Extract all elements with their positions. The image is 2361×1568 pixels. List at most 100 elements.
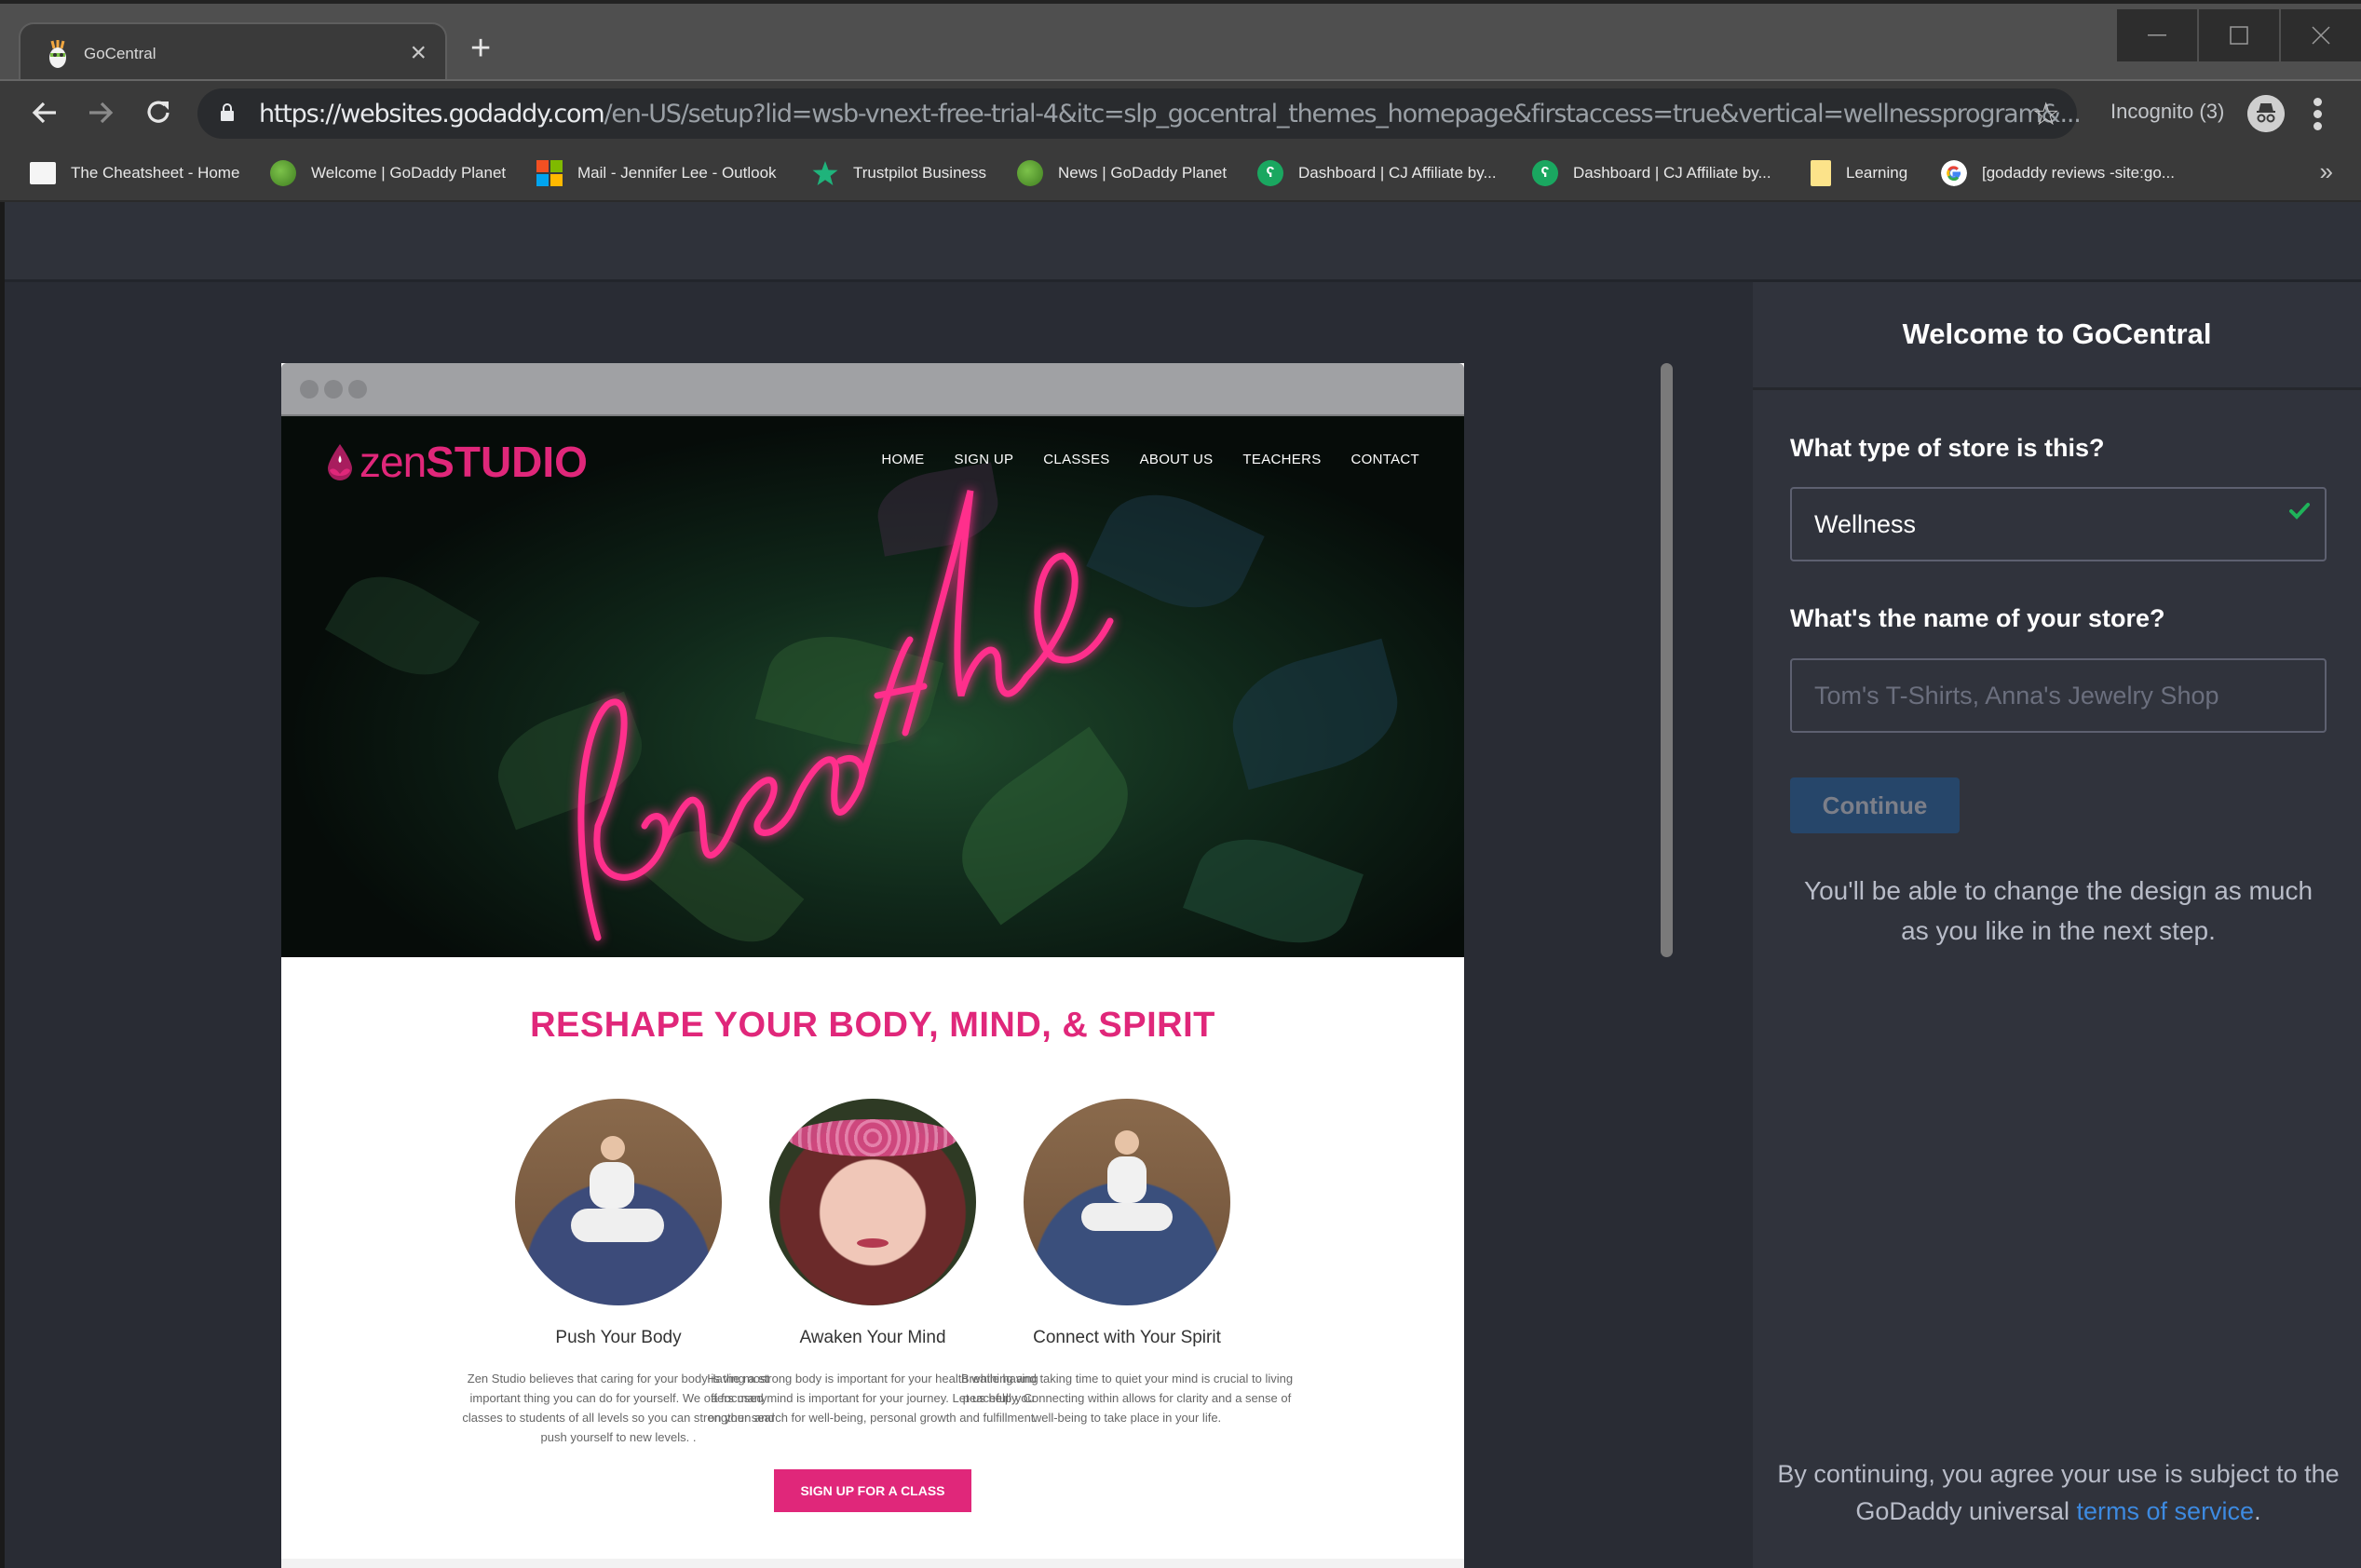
hero-image: zen STUDIO HOME SIGN UP CLASSES ABOUT US…: [281, 416, 1464, 957]
url-scheme: https://: [259, 100, 341, 128]
bookmark-label: The Cheatsheet - Home: [71, 164, 240, 182]
site-nav: HOME SIGN UP CLASSES ABOUT US TEACHERS C…: [881, 452, 1419, 467]
cj-affiliate-icon: ʕ: [1532, 160, 1558, 186]
reload-icon[interactable]: [140, 94, 177, 131]
browser-titlebar: GoCentral × +: [0, 0, 2361, 84]
window-controls: [2115, 9, 2361, 61]
maximize-icon: [2230, 26, 2248, 45]
back-arrow-icon[interactable]: [26, 94, 63, 131]
store-type-field[interactable]: Wellness: [1790, 487, 2327, 561]
bookmark-label: [godaddy reviews -site:go...: [1982, 164, 2175, 182]
bookmark-item[interactable]: [godaddy reviews -site:go...: [1941, 158, 2175, 188]
store-type-label: What type of store is this?: [1790, 434, 2105, 462]
preview-scrollbar[interactable]: [1661, 363, 1673, 957]
browser-menu-icon[interactable]: [2314, 98, 2323, 131]
theme-preview-card: zen STUDIO HOME SIGN UP CLASSES ABOUT US…: [281, 363, 1464, 1568]
trustpilot-star-icon: [812, 161, 838, 185]
checkmark-icon: [2289, 503, 2310, 520]
cheatsheet-icon: [30, 162, 56, 184]
window-dot: [324, 380, 343, 399]
godaddy-guy-icon: [49, 40, 66, 68]
sign-up-for-class-button[interactable]: SIGN UP FOR A CLASS: [774, 1469, 971, 1512]
panel-header: Welcome to GoCentral: [1753, 282, 2361, 390]
bookmark-item[interactable]: The Cheatsheet - Home: [30, 158, 239, 188]
folder-icon: [1811, 160, 1831, 186]
store-name-label: What's the name of your store?: [1790, 604, 2165, 632]
panel-title: Welcome to GoCentral: [1902, 318, 2212, 350]
terms-of-service-link[interactable]: terms of service: [2077, 1497, 2255, 1525]
google-icon: [1941, 160, 1967, 186]
feature-text: Breathing and taking time to quiet your …: [960, 1372, 1294, 1425]
microsoft-icon: [536, 160, 563, 186]
leaf-decoration: [324, 557, 481, 695]
continue-button[interactable]: Continue: [1790, 777, 1960, 833]
bookmark-item[interactable]: Learning: [1811, 158, 1907, 188]
bookmark-label: Learning: [1846, 164, 1908, 182]
bookmark-item[interactable]: News | GoDaddy Planet: [1017, 158, 1227, 188]
close-window-button[interactable]: [2281, 9, 2361, 61]
bookmark-star-icon[interactable]: ☆: [2032, 96, 2060, 133]
bookmark-item[interactable]: Welcome | GoDaddy Planet: [270, 158, 506, 188]
preview-window-bar: [281, 363, 1464, 416]
cj-affiliate-icon: ʕ: [1257, 160, 1283, 186]
logo-studio-text: STUDIO: [426, 438, 588, 486]
preview-footer-strip: [281, 1559, 1464, 1568]
store-name-placeholder: Tom's T-Shirts, Anna's Jewelry Shop: [1814, 681, 2219, 710]
bookmark-item[interactable]: ʕ Dashboard | CJ Affiliate by...: [1257, 158, 1497, 188]
site-nav-classes[interactable]: CLASSES: [1043, 452, 1109, 467]
site-nav-contact[interactable]: CONTACT: [1351, 452, 1419, 467]
incognito-icon[interactable]: [2247, 95, 2285, 132]
app-top-band: [5, 202, 2361, 282]
site-nav-about-us[interactable]: ABOUT US: [1140, 452, 1214, 467]
feature-title: Connect with Your Spirit: [1033, 1328, 1221, 1347]
minimize-icon: [2148, 34, 2166, 36]
window-dot: [300, 380, 319, 399]
url-text: https://websites.godaddy.com/en-US/setup…: [259, 100, 2082, 128]
tab-gocentral[interactable]: GoCentral ×: [19, 22, 447, 84]
address-bar[interactable]: https://websites.godaddy.com/en-US/setup…: [197, 88, 2082, 139]
bookmarks-overflow-icon[interactable]: »: [2320, 157, 2333, 186]
minimize-button[interactable]: [2117, 9, 2197, 61]
tab-close-icon[interactable]: ×: [410, 36, 427, 70]
leaf-decoration: [1183, 819, 1364, 957]
terms-notice: By continuing, you agree your use is sub…: [1771, 1455, 2345, 1530]
bookmark-label: Dashboard | CJ Affiliate by...: [1298, 164, 1497, 182]
url-path: /en-US/setup?lid=wsb-vnext-free-trial-4&…: [604, 100, 2081, 128]
tab-title: GoCentral: [84, 45, 156, 62]
site-nav-home[interactable]: HOME: [881, 452, 924, 467]
window-dot: [348, 380, 367, 399]
section-title: RESHAPE YOUR BODY, MIND, & SPIRIT: [530, 1006, 1215, 1045]
close-icon: [2312, 26, 2330, 45]
bookmark-item[interactable]: Trustpilot Business: [812, 158, 986, 188]
neon-breathe-sign: [577, 490, 1114, 941]
meditation-photo: [1024, 1099, 1230, 1305]
leaf-decoration: [1219, 638, 1411, 791]
bookmark-item[interactable]: ʕ Dashboard | CJ Affiliate by...: [1532, 158, 1771, 188]
forward-arrow-icon[interactable]: [82, 94, 119, 131]
yoga-stretch-photo: [515, 1099, 722, 1305]
zenstudio-logo[interactable]: zen STUDIO: [326, 437, 588, 487]
bookmark-label: News | GoDaddy Planet: [1058, 164, 1228, 182]
globe-icon: [270, 160, 296, 186]
store-type-value: Wellness: [1814, 509, 1917, 538]
bookmark-label: Welcome | GoDaddy Planet: [311, 164, 507, 182]
maximize-button[interactable]: [2199, 9, 2279, 61]
bookmarks-bar: The Cheatsheet - Home Welcome | GoDaddy …: [0, 144, 2361, 202]
site-nav-teachers[interactable]: TEACHERS: [1242, 452, 1321, 467]
bookmark-item[interactable]: Mail - Jennifer Lee - Outlook: [536, 158, 777, 188]
feature-connect-spirit: Connect with Your Spirit Breathing and t…: [950, 1099, 1304, 1427]
globe-icon: [1017, 160, 1043, 186]
store-name-input[interactable]: Tom's T-Shirts, Anna's Jewelry Shop: [1790, 658, 2327, 733]
url-host: websites.godaddy.com: [340, 100, 604, 128]
water-drop-lotus-icon: [328, 444, 352, 480]
logo-zen-text: zen: [360, 438, 427, 486]
lock-icon: [221, 103, 234, 121]
new-tab-button[interactable]: +: [470, 30, 491, 67]
bookmark-label: Dashboard | CJ Affiliate by...: [1573, 164, 1771, 182]
incognito-label: Incognito (3): [2110, 100, 2225, 123]
setup-panel: Welcome to GoCentral What type of store …: [1753, 282, 2361, 1568]
terms-suffix: .: [2254, 1497, 2261, 1525]
site-nav-sign-up[interactable]: SIGN UP: [955, 452, 1014, 467]
bookmark-label: Trustpilot Business: [853, 164, 986, 182]
design-change-note: You'll be able to change the design as m…: [1803, 876, 2314, 945]
